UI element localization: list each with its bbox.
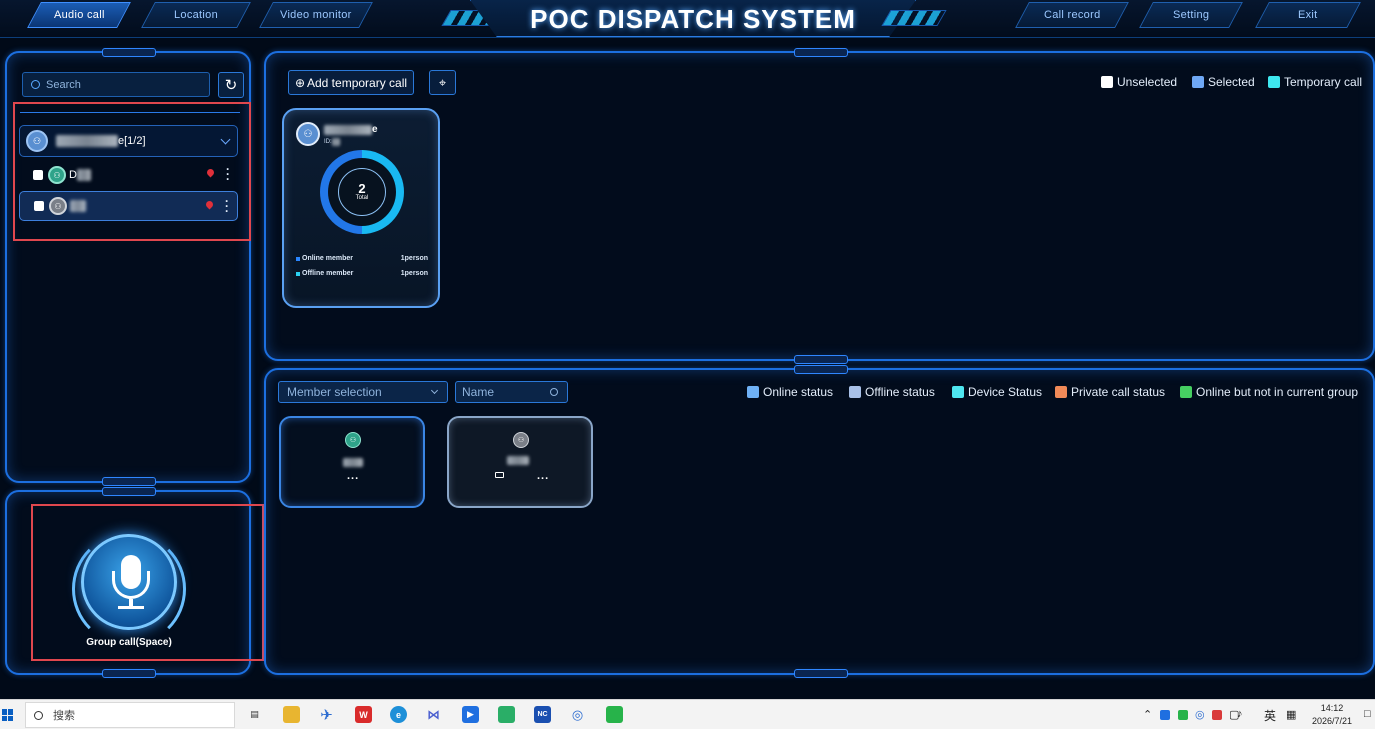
group-card-name: e — [324, 124, 378, 135]
search-icon — [550, 388, 558, 396]
title-banner: POC DISPATCH SYSTEM — [398, 0, 988, 38]
locate-button[interactable]: ⌖ — [429, 70, 456, 95]
tray-wechat-icon[interactable] — [1178, 710, 1188, 720]
tab-video-monitor[interactable]: Video monitor — [259, 2, 373, 28]
legend-online-not-in-group: Online but not in current group — [1180, 385, 1358, 399]
tray-search-icon[interactable]: ◎ — [1195, 708, 1205, 721]
windows-taskbar: 搜索 ▤ ✈ W e ⋈ ▶ NC ◎ ⌃ ◎ ▢ ♪ 英 ▦ 14:12 20… — [0, 699, 1375, 729]
video-camera-icon[interactable] — [495, 472, 504, 478]
legend-swatch — [952, 386, 964, 398]
refresh-button[interactable]: ↻ — [218, 72, 244, 98]
app-nc-icon[interactable]: NC — [534, 706, 551, 723]
search-icon — [34, 710, 43, 720]
file-explorer-icon[interactable] — [283, 706, 300, 723]
member-selection-dropdown[interactable]: Member selection — [278, 381, 448, 403]
refresh-icon: ↻ — [224, 77, 238, 94]
member-card-online[interactable]: ⚇ ... — [279, 416, 425, 508]
add-circle-icon: ⊕ — [294, 75, 305, 90]
wps-icon[interactable]: W — [355, 706, 372, 723]
member-donut-chart: 2 Total — [320, 150, 404, 234]
edge-browser-icon[interactable]: e — [390, 706, 407, 723]
offline-dot — [296, 271, 300, 276]
redacted-member-name — [343, 458, 363, 467]
redacted-group-name — [324, 124, 372, 135]
notification-icon[interactable]: □ — [1364, 708, 1371, 720]
tray-volume-icon[interactable]: ♪ — [1237, 708, 1243, 720]
crosshair-icon: ⌖ — [438, 74, 447, 90]
search-icon — [31, 80, 40, 89]
input-method-indicator[interactable]: 英 — [1264, 707, 1276, 724]
online-member-row: Online member 1person — [296, 255, 428, 262]
more-options-icon[interactable]: ... — [347, 470, 359, 482]
search-app-icon[interactable]: ◎ — [569, 706, 586, 723]
legend-swatch — [1268, 76, 1280, 88]
page-title: POC DISPATCH SYSTEM — [530, 4, 856, 34]
wechat-icon[interactable] — [606, 706, 623, 723]
legend-swatch — [1055, 386, 1067, 398]
tab-location[interactable]: Location — [141, 2, 251, 28]
legend-swatch — [1180, 386, 1192, 398]
legend-unselected: Unselected — [1101, 75, 1177, 89]
redacted-group-id — [331, 138, 340, 146]
app-green-icon[interactable] — [498, 706, 515, 723]
legend-online-status: Online status — [747, 385, 833, 399]
tab-audio-call[interactable]: Audio call — [27, 2, 131, 28]
total-member-count: 2 — [358, 181, 366, 196]
name-search-input[interactable]: Name — [455, 381, 568, 403]
task-view-icon[interactable]: ▤ — [246, 706, 263, 723]
legend-selected: Selected — [1192, 75, 1255, 89]
tab-setting[interactable]: Setting — [1139, 2, 1243, 28]
vscode-icon[interactable]: ⋈ — [425, 706, 442, 723]
total-label: Total — [355, 195, 369, 201]
tray-chevron-up-icon[interactable]: ⌃ — [1143, 708, 1152, 721]
member-offline-avatar-icon: ⚇ — [513, 432, 529, 448]
chevron-down-icon — [430, 386, 439, 395]
offline-member-row: Offline member 1person — [296, 270, 428, 277]
legend-private-call-status: Private call status — [1055, 385, 1165, 399]
legend-swatch — [1101, 76, 1113, 88]
group-card-id: ID: — [324, 138, 340, 146]
clock-time: 14:12 — [1320, 703, 1344, 713]
top-navigation-bar: Audio call Location Video monitor POC DI… — [0, 0, 1375, 38]
more-options-icon[interactable]: ... — [537, 470, 549, 482]
windows-start-icon[interactable] — [2, 709, 14, 721]
members-panel — [264, 365, 1375, 678]
clock-date: 2026/7/21 — [1311, 716, 1353, 726]
legend-swatch — [747, 386, 759, 398]
legend-swatch — [849, 386, 861, 398]
tab-exit[interactable]: Exit — [1255, 2, 1361, 28]
legend-device-status: Device Status — [952, 385, 1042, 399]
taskbar-clock[interactable]: 14:12 2026/7/21 — [1302, 702, 1362, 728]
legend-offline-status: Offline status — [849, 385, 935, 399]
highlight-box-group-list — [13, 102, 251, 241]
highlight-box-group-call — [31, 504, 264, 661]
tray-app-icon[interactable] — [1160, 710, 1170, 720]
group-card[interactable]: ⚇ e ID: 2 Total Online member 1person Of… — [282, 108, 440, 308]
taskbar-search-box[interactable]: 搜索 — [25, 702, 235, 728]
add-temporary-call-button[interactable]: ⊕ Add temporary call — [288, 70, 414, 95]
tray-security-icon[interactable] — [1212, 710, 1222, 720]
online-dot — [296, 256, 300, 261]
legend-temporary-call: Temporary call — [1268, 75, 1362, 89]
member-card-offline[interactable]: ⚇ ... — [447, 416, 593, 508]
app-plane-icon[interactable]: ✈ — [318, 706, 335, 724]
feishu-icon[interactable]: ▶ — [462, 706, 479, 723]
legend-swatch — [1192, 76, 1204, 88]
redacted-member-name — [507, 456, 529, 465]
tab-call-record[interactable]: Call record — [1015, 2, 1129, 28]
member-online-avatar-icon: ⚇ — [345, 432, 361, 448]
group-avatar-icon: ⚇ — [296, 122, 320, 146]
tray-keyboard-icon[interactable]: ▦ — [1286, 708, 1296, 721]
search-input[interactable]: Search — [22, 72, 210, 97]
